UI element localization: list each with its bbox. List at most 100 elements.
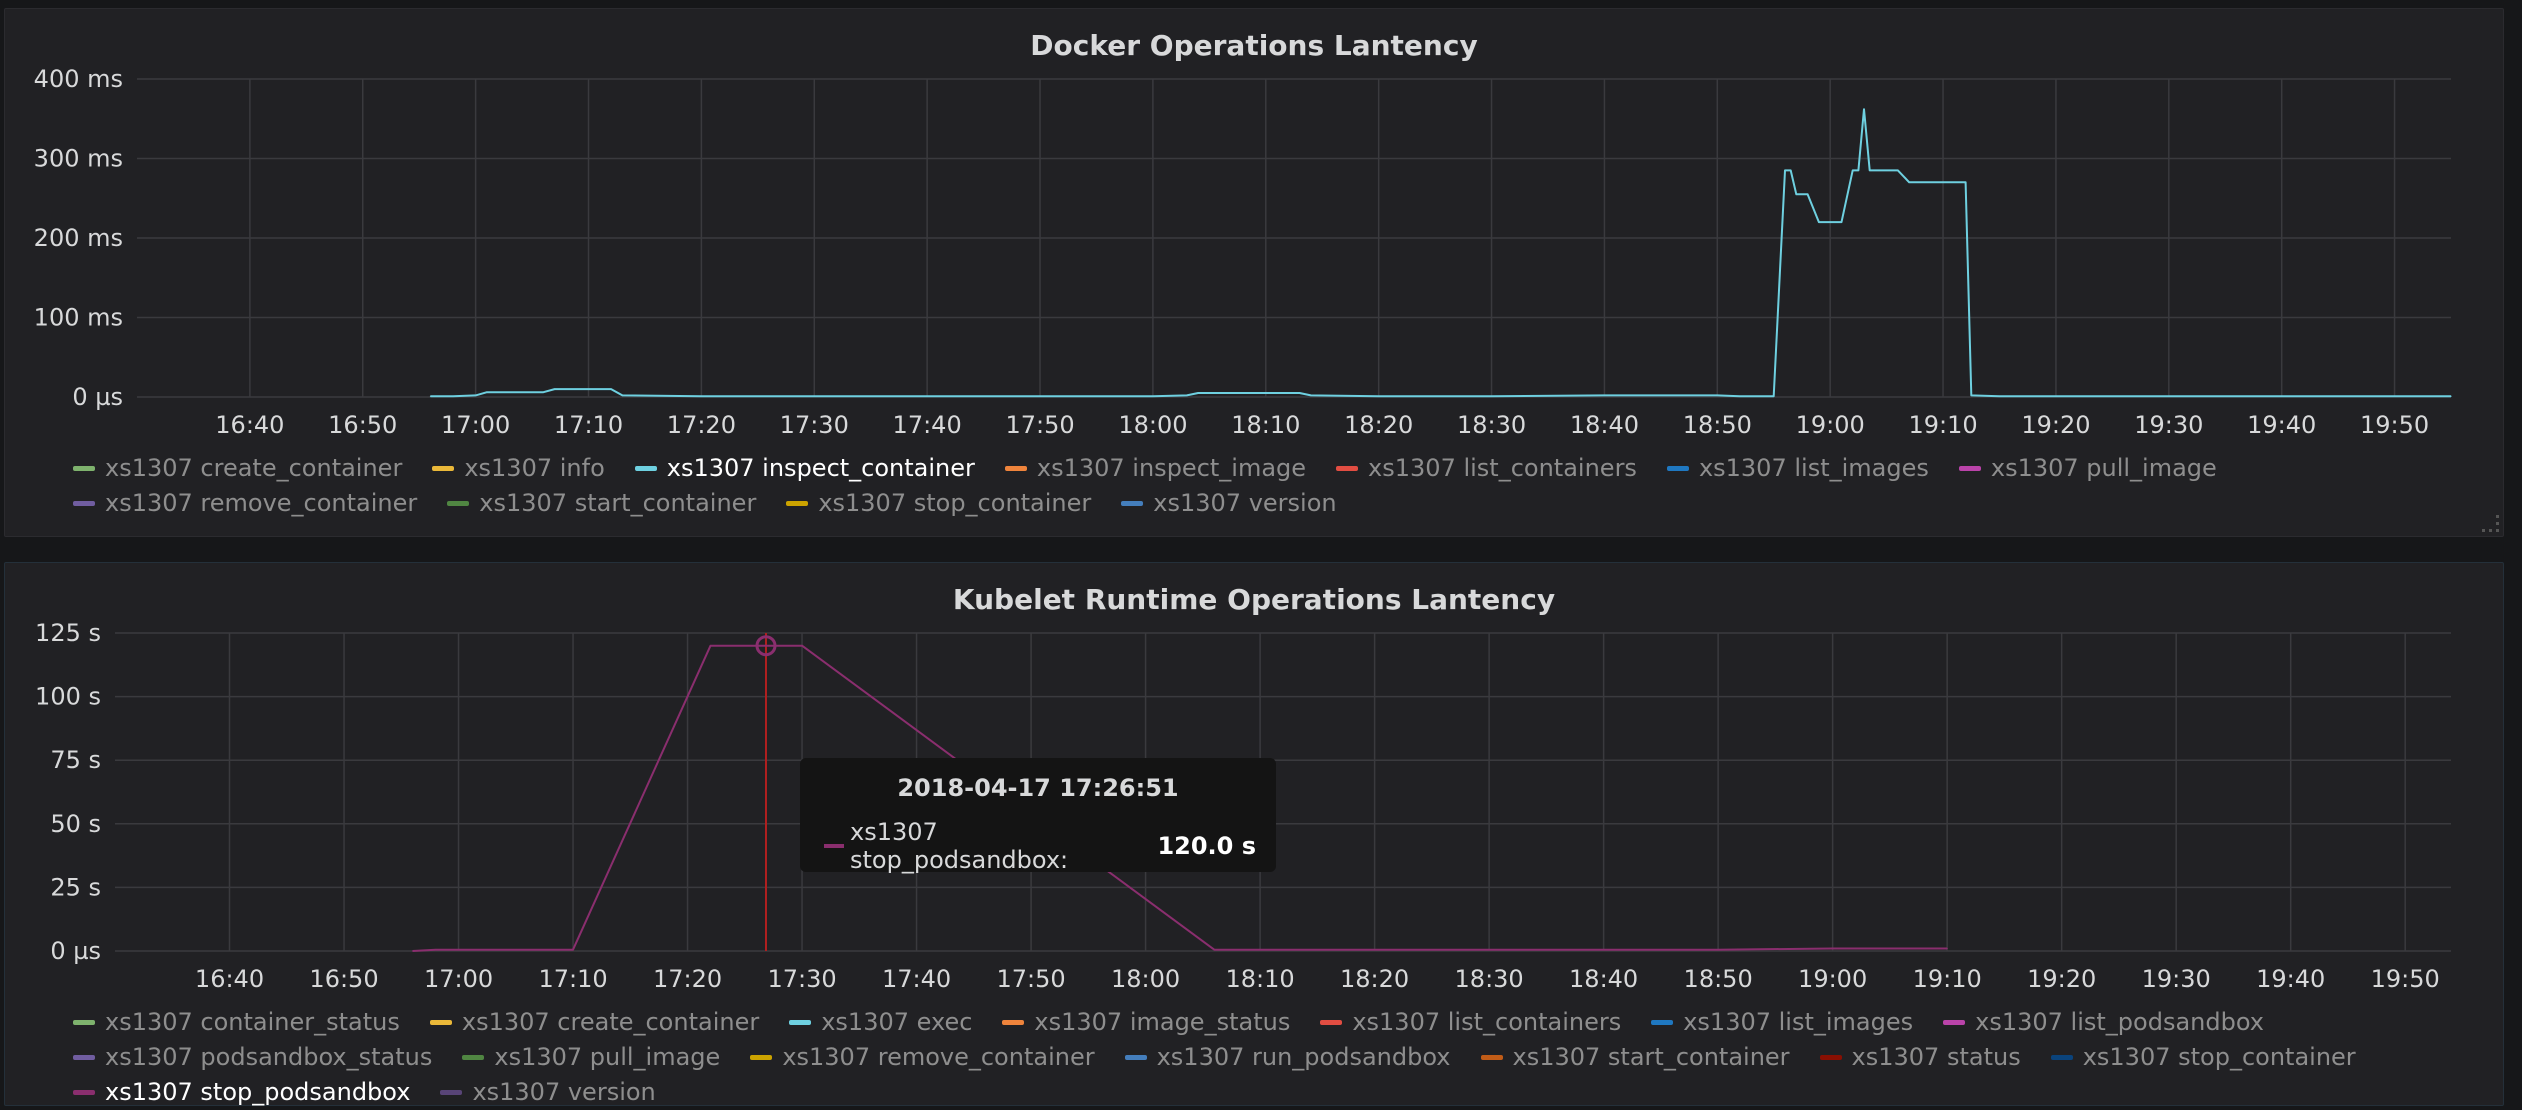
legend-label: xs1307 start_container bbox=[479, 489, 757, 517]
legend-item[interactable]: xs1307 list_images bbox=[1666, 454, 1929, 482]
series-point bbox=[1897, 169, 1899, 172]
y-tick-label: 75 s bbox=[50, 746, 101, 774]
legend-swatch bbox=[73, 1020, 95, 1025]
x-tick-label: 19:20 bbox=[2021, 411, 2090, 439]
series-point bbox=[435, 949, 437, 951]
legend-swatch bbox=[1480, 1055, 1503, 1060]
y-tick-label: 400 ms bbox=[34, 65, 123, 93]
legend-swatch bbox=[1320, 1020, 1343, 1025]
legend-label: xs1307 remove_container bbox=[782, 1043, 1095, 1071]
legend-label: xs1307 status bbox=[1851, 1043, 2021, 1071]
legend-swatch bbox=[1121, 501, 1144, 506]
legend-item[interactable]: xs1307 container_status bbox=[73, 1009, 400, 1036]
legend-item[interactable]: xs1307 podsandbox_status bbox=[73, 1044, 432, 1071]
legend-swatch bbox=[73, 1090, 95, 1095]
series-point bbox=[1970, 394, 1972, 397]
series-point bbox=[1784, 169, 1786, 172]
series-point bbox=[1806, 193, 1809, 195]
x-tick-label: 17:00 bbox=[441, 411, 510, 439]
series-point bbox=[926, 395, 928, 397]
legend-item[interactable]: xs1307 version bbox=[1121, 490, 1337, 517]
legend-item[interactable]: xs1307 create_container bbox=[73, 455, 402, 482]
legend-label: xs1307 info bbox=[464, 454, 605, 482]
series-point bbox=[542, 391, 544, 393]
legend-item[interactable]: xs1307 inspect_image bbox=[1004, 454, 1307, 482]
x-tick-label: 17:10 bbox=[554, 411, 623, 439]
series-point bbox=[1840, 221, 1843, 223]
legend-item[interactable]: xs1307 create_container bbox=[429, 1009, 759, 1036]
legend-item[interactable]: xs1307 remove_container bbox=[73, 490, 417, 517]
y-tick-label: 100 s bbox=[35, 683, 101, 711]
legend-item[interactable]: xs1307 stop_container bbox=[2050, 1044, 2356, 1071]
kubelet-latency-legend: xs1307 container_status xs1307 create_con… bbox=[73, 1009, 2483, 1106]
legend-item[interactable]: xs1307 stop_container bbox=[786, 490, 1091, 517]
x-tick-label: 19:30 bbox=[2142, 965, 2211, 993]
legend-item[interactable]: xs1307 status bbox=[1819, 1043, 2021, 1071]
legend-item[interactable]: xs1307 version bbox=[440, 1079, 656, 1106]
series-point bbox=[2168, 395, 2170, 397]
legend-item[interactable]: xs1307 pull_image bbox=[462, 1044, 720, 1071]
docker-latency-chart[interactable]: 0 µs 100 ms 200 ms 300 ms 400 ms 16:40 16:50 17… bbox=[5, 9, 2503, 449]
legend-item[interactable]: xs1307 list_images bbox=[1651, 1009, 1913, 1036]
legend-swatch bbox=[789, 1020, 812, 1025]
legend-item[interactable]: xs1307 stop_podsandbox bbox=[73, 1079, 410, 1106]
legend-item[interactable]: xs1307 pull_image bbox=[1958, 455, 2217, 482]
legend-item[interactable]: xs1307 info bbox=[432, 454, 605, 482]
x-tick-label: 17:10 bbox=[538, 965, 607, 993]
series-point bbox=[1186, 394, 1188, 397]
series-point bbox=[554, 388, 556, 390]
legend-item[interactable]: xs1307 start_container bbox=[447, 490, 756, 517]
x-tick-label: 18:40 bbox=[1570, 411, 1639, 439]
series-point bbox=[429, 395, 432, 397]
legend-label: xs1307 container_status bbox=[105, 1008, 400, 1036]
legend-item[interactable]: xs1307 run_podsandbox bbox=[1124, 1044, 1451, 1071]
series-point bbox=[1857, 169, 1859, 172]
y-tick-label: 50 s bbox=[50, 810, 101, 838]
legend-swatch bbox=[73, 466, 95, 471]
legend-item[interactable]: xs1307 remove_container bbox=[750, 1043, 1095, 1071]
series-point bbox=[1773, 395, 1775, 397]
legend-swatch bbox=[73, 501, 95, 506]
x-tick-label: 19:30 bbox=[2134, 411, 2203, 439]
x-tick-label: 17:50 bbox=[1005, 411, 1074, 439]
legend-item[interactable]: xs1307 list_podsandbox bbox=[1943, 1009, 2264, 1036]
series-point bbox=[1310, 394, 1312, 397]
series-point bbox=[1039, 395, 1041, 397]
legend-item[interactable]: xs1307 start_container bbox=[1480, 1043, 1790, 1071]
legend-item[interactable]: xs1307 image_status bbox=[1002, 1009, 1290, 1036]
tooltip-series-name: xs1307 stop_podsandbox: bbox=[850, 818, 1069, 874]
x-tick-label: 19:20 bbox=[2027, 965, 2096, 993]
x-tick-label: 16:40 bbox=[215, 411, 284, 439]
legend-item[interactable]: xs1307 inspect_container bbox=[634, 455, 975, 482]
legend-item[interactable]: xs1307 list_containers bbox=[1320, 1009, 1621, 1036]
series-point bbox=[1946, 947, 1948, 950]
legend-swatch bbox=[1336, 466, 1359, 471]
series-point bbox=[572, 949, 574, 951]
x-tick-label: 19:40 bbox=[2256, 965, 2325, 993]
series-point bbox=[475, 394, 477, 397]
legend-item[interactable]: xs1307 exec bbox=[789, 1009, 972, 1036]
legend-label: xs1307 list_images bbox=[1698, 454, 1929, 482]
series-point bbox=[452, 395, 454, 397]
legend-item[interactable]: xs1307 list_containers bbox=[1336, 455, 1637, 482]
legend-label: xs1307 inspect_image bbox=[1036, 454, 1307, 482]
x-tick-label: 17:20 bbox=[653, 965, 722, 993]
legend-label: xs1307 start_container bbox=[1512, 1043, 1790, 1071]
series-point bbox=[1717, 949, 1719, 951]
legend-label: xs1307 list_images bbox=[1683, 1008, 1914, 1036]
x-tick-label: 18:00 bbox=[1111, 965, 1180, 993]
x-tick-label: 18:10 bbox=[1226, 965, 1295, 993]
x-tick-label: 18:30 bbox=[1457, 411, 1526, 439]
legend-swatch bbox=[432, 466, 455, 471]
legend-swatch bbox=[1943, 1020, 1966, 1025]
x-tick-label: 17:40 bbox=[893, 411, 962, 439]
series-point bbox=[486, 391, 488, 393]
x-tick-label: 17:50 bbox=[996, 965, 1065, 993]
series-point bbox=[1795, 193, 1797, 195]
legend-label: xs1307 list_containers bbox=[1368, 454, 1637, 482]
resize-handle-icon[interactable] bbox=[2482, 515, 2499, 532]
series-point bbox=[610, 388, 612, 390]
legend-label: xs1307 podsandbox_status bbox=[105, 1043, 433, 1071]
x-tick-label: 19:50 bbox=[2360, 411, 2429, 439]
x-tick-label: 17:30 bbox=[767, 965, 836, 993]
